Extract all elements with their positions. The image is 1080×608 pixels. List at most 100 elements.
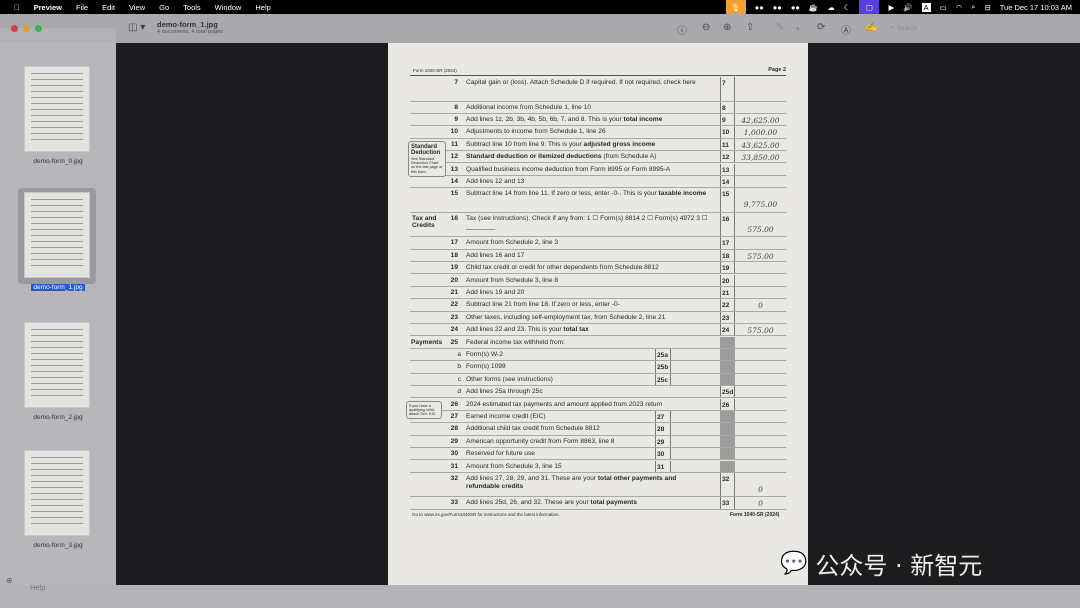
form-line-9: 9 Add lines 1z, 2b, 3b, 4b, 5b, 6b, 7, an… xyxy=(410,113,786,127)
chevron-down-icon[interactable]: ▾ xyxy=(796,25,800,33)
amount-field[interactable] xyxy=(735,287,786,298)
search-icon[interactable]: ⌕ xyxy=(971,2,975,12)
form-line-a: a Form(s) W-2 25a xyxy=(410,348,786,362)
menu-file[interactable]: File xyxy=(76,3,88,12)
menu-app[interactable]: Preview xyxy=(34,3,62,12)
line-description: Amount from Schedule 2, line 3 xyxy=(466,239,558,247)
thumbnail-1[interactable] xyxy=(18,188,96,284)
amount-field[interactable] xyxy=(735,399,786,410)
section-tax-and-credits: Tax and Credits xyxy=(412,214,437,229)
minimize-button[interactable] xyxy=(23,25,30,32)
control-center-icon[interactable]: ⊟ xyxy=(984,3,990,12)
glasses-icon[interactable]: ●● xyxy=(791,3,800,12)
line-number: 33 xyxy=(450,499,458,507)
line-description: Amount from Schedule 3, line 8 xyxy=(466,276,558,284)
battery-icon[interactable]: ▭ xyxy=(940,3,947,12)
thumbnail-2[interactable] xyxy=(18,318,96,414)
menu-go[interactable]: Go xyxy=(159,3,169,12)
amount-field[interactable]: 575.00 xyxy=(735,213,786,237)
amount-field[interactable]: 9,775.00 xyxy=(735,188,786,212)
amount-field[interactable]: 42,625.00 xyxy=(735,114,786,125)
menu-edit[interactable]: Edit xyxy=(102,3,115,12)
amount-field[interactable] xyxy=(670,361,720,373)
amount-field[interactable] xyxy=(670,423,720,435)
amount-field[interactable]: 1,000.00 xyxy=(735,126,786,137)
amount-field[interactable] xyxy=(670,373,720,386)
menu-help[interactable]: Help xyxy=(255,3,270,12)
search-field[interactable]: ⌕ Search xyxy=(890,21,970,35)
line-number: 9 xyxy=(454,115,458,123)
thumbnail-label[interactable]: demo-form_2.jpg xyxy=(0,414,116,421)
form-line-16: 16 Tax (see instructions). Check if any f… xyxy=(410,212,786,238)
form-line-15: 15 Subtract line 14 from line 11. If zero… xyxy=(410,188,786,213)
zoom-button[interactable] xyxy=(35,25,42,32)
amount-field[interactable] xyxy=(670,460,720,472)
glasses-icon[interactable]: ●● xyxy=(755,3,764,12)
clock[interactable]: Tue Dec 17 10:03 AM xyxy=(1000,3,1072,12)
window-subtitle: 4 documents, 4 total pages xyxy=(157,29,224,35)
line-number: 22 xyxy=(450,301,458,309)
amount-field[interactable] xyxy=(735,77,786,101)
menu-view[interactable]: View xyxy=(129,3,145,12)
amount-field[interactable] xyxy=(735,386,786,397)
thumbnail-label[interactable]: demo-form_1.jpg xyxy=(0,284,116,291)
amount-field[interactable] xyxy=(735,312,786,323)
line-number: 28 xyxy=(450,425,458,433)
help-label[interactable]: Help xyxy=(30,583,45,592)
wifi-icon[interactable]: ◠ xyxy=(956,3,963,12)
moon-icon[interactable]: ☾ xyxy=(844,3,851,12)
amount-field[interactable] xyxy=(735,262,786,273)
apple-icon[interactable]:  xyxy=(14,3,20,12)
close-button[interactable] xyxy=(11,25,18,32)
amount-field[interactable]: 43,625.00 xyxy=(735,139,786,150)
thumbnail-0[interactable] xyxy=(18,62,96,158)
zoom-out-icon[interactable]: ⊖ xyxy=(702,22,710,33)
rotate-icon[interactable]: ⟳ xyxy=(817,22,825,33)
input-source-icon[interactable]: A xyxy=(921,2,931,12)
amount-field[interactable]: 575.00 xyxy=(735,324,786,335)
amount-field[interactable]: 0 xyxy=(735,497,786,508)
markup-icon[interactable]: Ⓐ xyxy=(841,22,851,37)
volume-icon[interactable]: 🔊 xyxy=(903,3,912,12)
info-icon[interactable]: ⓘ xyxy=(677,22,687,37)
glasses-icon[interactable]: ●● xyxy=(773,3,782,12)
cup-icon[interactable]: ☕ xyxy=(809,3,818,12)
amount-field[interactable] xyxy=(670,348,720,361)
thumbnail-label[interactable]: demo-form_0.jpg xyxy=(0,158,116,165)
zoom-in-icon[interactable]: ⊕ xyxy=(723,22,731,33)
menu-tools[interactable]: Tools xyxy=(183,3,201,12)
amount-field[interactable]: 0 xyxy=(735,299,786,310)
amount-field[interactable] xyxy=(670,435,720,448)
thumbnail-label[interactable]: demo-form_3.jpg xyxy=(0,542,116,549)
amount-field[interactable]: 33,850.00 xyxy=(735,151,786,162)
microphone-icon[interactable]: 🎙 xyxy=(725,0,746,14)
amount-field[interactable] xyxy=(735,237,786,248)
line-box-label: 20 xyxy=(720,274,735,286)
markup-pen-icon[interactable]: ✎ xyxy=(776,22,784,33)
line-number: 11 xyxy=(451,140,458,148)
shaded-cell xyxy=(720,435,735,448)
section-payments: Payments xyxy=(411,338,443,346)
menu-window[interactable]: Window xyxy=(215,3,242,12)
amount-field[interactable] xyxy=(670,410,720,423)
amount-field[interactable] xyxy=(670,448,720,460)
amount-field[interactable]: 575.00 xyxy=(735,250,786,261)
play-icon[interactable]: ▶ xyxy=(888,3,894,12)
page-thumbnail xyxy=(24,322,90,408)
share-icon[interactable]: ⇧ xyxy=(746,22,754,33)
form-line-33: 33 Add lines 25d, 26, and 32. These are y… xyxy=(410,497,786,510)
amount-field[interactable] xyxy=(735,275,786,286)
amount-field[interactable] xyxy=(735,102,786,113)
line-box-label: 11 xyxy=(720,138,735,151)
add-icon[interactable]: ⊕ xyxy=(6,576,13,585)
amount-field[interactable] xyxy=(735,164,786,175)
amount-field[interactable] xyxy=(735,176,786,187)
amount-field[interactable]: 0 xyxy=(735,473,786,497)
sidebar-toggle-icon[interactable]: ◫ ▾ xyxy=(128,22,145,33)
sign-icon[interactable]: ✍ xyxy=(865,22,877,33)
thumbnail-3[interactable] xyxy=(18,446,96,542)
cloud-icon[interactable]: ☁ xyxy=(827,3,835,12)
line-description: Add lines 19 and 20 xyxy=(466,288,525,296)
line-number: 7 xyxy=(454,79,458,86)
screen-mirroring-icon[interactable]: ▢ xyxy=(859,0,880,14)
